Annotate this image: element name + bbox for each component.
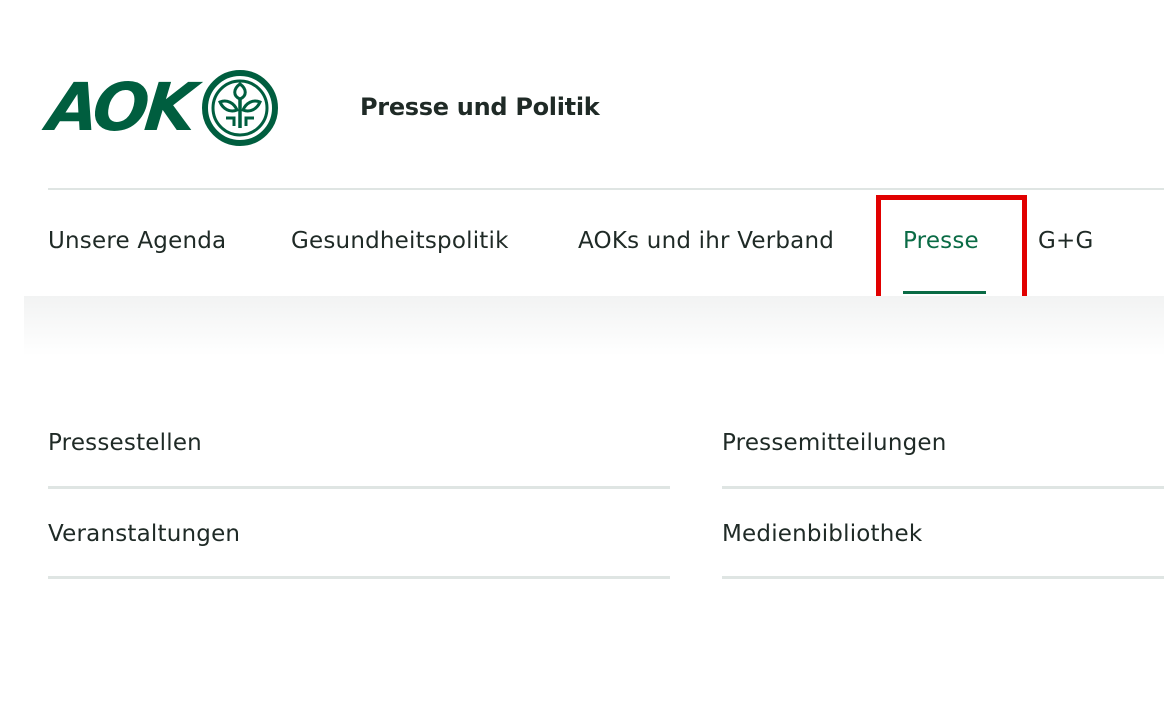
submenu-divider bbox=[722, 576, 1164, 579]
main-navigation: Unsere Agenda Gesundheitspolitik AOKs un… bbox=[0, 190, 1164, 296]
page: AOK Presse und Politik Unsere Agenda Ges… bbox=[0, 0, 1164, 728]
nav-item-unsere-agenda[interactable]: Unsere Agenda bbox=[48, 228, 226, 254]
submenu-item-medienbibliothek[interactable]: Medienbibliothek bbox=[722, 521, 922, 547]
site-section-title[interactable]: Presse und Politik bbox=[360, 93, 600, 121]
submenu-item-pressemitteilungen[interactable]: Pressemitteilungen bbox=[722, 430, 947, 456]
submenu-divider bbox=[48, 486, 670, 489]
site-header: AOK Presse und Politik bbox=[0, 0, 1164, 190]
aok-logo-link[interactable]: AOK bbox=[44, 68, 280, 148]
submenu-divider bbox=[48, 576, 670, 579]
nav-item-gesundheitspolitik[interactable]: Gesundheitspolitik bbox=[291, 228, 509, 254]
aok-tree-emblem-icon bbox=[202, 70, 279, 146]
nav-item-presse[interactable]: Presse bbox=[903, 228, 979, 254]
active-nav-indicator bbox=[903, 291, 986, 294]
flyout-panel-shadow bbox=[24, 296, 1164, 356]
submenu-divider bbox=[722, 486, 1164, 489]
logo-wordmark: AOK bbox=[44, 69, 197, 146]
submenu-item-veranstaltungen[interactable]: Veranstaltungen bbox=[48, 521, 240, 547]
nav-item-aoks-und-ihr-verband[interactable]: AOKs und ihr Verband bbox=[578, 228, 834, 254]
nav-item-gg[interactable]: G+G bbox=[1038, 228, 1094, 254]
submenu-item-pressestellen[interactable]: Pressestellen bbox=[48, 430, 202, 456]
